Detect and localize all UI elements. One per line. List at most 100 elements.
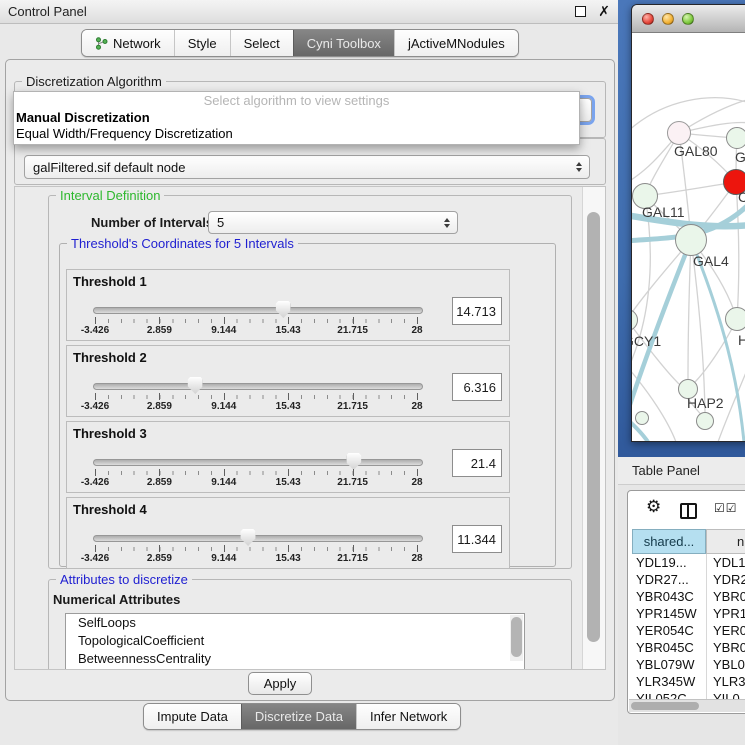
network-node[interactable]: [667, 121, 691, 145]
close-button[interactable]: [642, 13, 654, 25]
node-label: GAL80: [674, 143, 718, 159]
float-panel-icon[interactable]: [575, 6, 586, 17]
table-horizontal-scrollbar[interactable]: [629, 699, 745, 712]
select-columns-icon[interactable]: ☑☑: [714, 501, 738, 515]
cyni-bottom-tabbar: Impute Data Discretize Data Infer Networ…: [143, 703, 461, 730]
threshold-4-value-field[interactable]: 11.344: [452, 525, 502, 553]
slider-minor-ticks: [95, 547, 417, 551]
node-label: C: [738, 189, 745, 205]
column-header-shared-name[interactable]: shared...: [632, 529, 706, 554]
node-label: GAL4: [693, 253, 729, 269]
tab-network[interactable]: Network: [82, 30, 174, 56]
right-workspace: GAL80 GA C GAL11 GAL4 GCY1 H HAP2 Table …: [618, 0, 745, 745]
minimize-button[interactable]: [662, 13, 674, 25]
close-panel-icon[interactable]: ✗: [598, 5, 610, 19]
node-label: GCY1: [632, 333, 661, 349]
table-panel-box: ⚙ ☑☑ shared... n YDL19...YDL1 YDR27...YD…: [627, 490, 745, 714]
table-panel-title: Table Panel: [632, 463, 700, 478]
interval-definition-group: Interval Definition Number of Intervals …: [48, 195, 572, 569]
slider-thumb[interactable]: [276, 301, 291, 318]
table-data-group: Table Data galFiltered.sif default node: [14, 138, 606, 185]
num-intervals-combobox[interactable]: 5: [208, 211, 458, 234]
network-node[interactable]: [725, 307, 745, 331]
threshold-1-panel: Threshold 1 -3.4262.8599.14415.4321.7152…: [66, 269, 510, 341]
node-label: HAP2: [687, 395, 724, 411]
network-window[interactable]: GAL80 GA C GAL11 GAL4 GCY1 H HAP2: [631, 4, 745, 442]
split-panel-icon[interactable]: [680, 503, 697, 519]
network-node[interactable]: [635, 411, 649, 425]
tab-select[interactable]: Select: [230, 30, 293, 56]
panel-title: Control Panel: [8, 4, 575, 19]
combo-stepper-icon: [576, 162, 582, 172]
slider-thumb[interactable]: [241, 529, 256, 546]
threshold-2-value-field[interactable]: 6.316: [452, 373, 502, 401]
node-label: H: [738, 332, 745, 348]
threshold-4-panel: Threshold 4 -3.4262.8599.14415.4321.7152…: [66, 497, 510, 569]
group-label: Discretization Algorithm: [22, 74, 166, 89]
network-icon: [95, 37, 108, 50]
threshold-2-panel: Threshold 2 -3.4262.8599.14415.4321.7152…: [66, 345, 510, 417]
slider-tick-labels: -3.4262.8599.14415.4321.71528: [95, 401, 417, 413]
network-canvas[interactable]: GAL80 GA C GAL11 GAL4 GCY1 H HAP2: [632, 33, 745, 442]
table-row[interactable]: YPR145WYPR1: [632, 605, 745, 622]
table-row[interactable]: YDR27...YDR2: [632, 571, 745, 588]
scrollbar-thumb[interactable]: [631, 702, 699, 710]
table-row[interactable]: YDL19...YDL1: [632, 554, 745, 571]
threshold-4-slider[interactable]: [93, 535, 423, 542]
tab-cyni-toolbox[interactable]: Cyni Toolbox: [293, 30, 394, 56]
settings-vertical-scrollbar[interactable]: [582, 187, 606, 669]
attributes-listbox: SelfLoops TopologicalCoefficient Between…: [65, 613, 525, 670]
network-window-titlebar: [632, 5, 745, 33]
list-item[interactable]: BetweennessCentrality: [66, 650, 524, 668]
network-node[interactable]: [726, 127, 745, 149]
group-label: Attributes to discretize: [56, 572, 192, 587]
combo-stepper-icon: [444, 218, 450, 228]
table-row[interactable]: YBR045CYBR0: [632, 639, 745, 656]
tab-jactivemnodules[interactable]: jActiveMNodules: [394, 30, 518, 56]
list-item[interactable]: TopologicalCoefficient: [66, 632, 524, 650]
slider-tick-labels: -3.4262.8599.14415.4321.71528: [95, 325, 417, 337]
zoom-button[interactable]: [682, 13, 694, 25]
slider-tick-labels: -3.4262.8599.14415.4321.71528: [95, 553, 417, 565]
scrollbar-thumb[interactable]: [587, 212, 600, 642]
table-row[interactable]: YBR043CYBR0: [632, 588, 745, 605]
control-panel-titlebar: Control Panel ✗: [0, 0, 618, 24]
threshold-3-slider[interactable]: [93, 459, 423, 466]
table-row[interactable]: YLR345WYLR3: [632, 673, 745, 690]
list-scrollbar[interactable]: [510, 615, 523, 661]
tab-discretize-data[interactable]: Discretize Data: [241, 704, 356, 729]
slider-thumb[interactable]: [346, 453, 361, 470]
attributes-group: Attributes to discretize Numerical Attri…: [48, 579, 572, 670]
algorithm-dropdown-popup: Select algorithm to view settings Manual…: [13, 91, 580, 145]
threshold-3-panel: Threshold 3 -3.4262.8599.14415.4321.7152…: [66, 421, 510, 493]
apply-button[interactable]: Apply: [248, 672, 312, 695]
dropdown-option-equal-width[interactable]: Equal Width/Frequency Discretization: [14, 126, 579, 142]
network-node[interactable]: [696, 412, 714, 430]
slider-minor-ticks: [95, 471, 417, 475]
node-label: GAL11: [642, 204, 685, 220]
tab-style[interactable]: Style: [174, 30, 230, 56]
gear-icon[interactable]: ⚙: [646, 499, 661, 516]
threshold-2-slider[interactable]: [93, 383, 423, 390]
numerical-attributes-label: Numerical Attributes: [53, 592, 180, 607]
dropdown-option-manual[interactable]: Manual Discretization: [14, 110, 579, 126]
threshold-1-value-field[interactable]: 14.713: [452, 297, 502, 325]
table-row[interactable]: YBL079WYBL0: [632, 656, 745, 673]
table-row[interactable]: YIL052CYIL0: [632, 690, 745, 699]
node-label: GA: [735, 149, 745, 165]
slider-thumb[interactable]: [188, 377, 203, 394]
tab-infer-network[interactable]: Infer Network: [356, 704, 460, 729]
network-node[interactable]: [675, 224, 707, 256]
group-label: Interval Definition: [56, 188, 164, 203]
table-panel-titlebar: Table Panel: [618, 457, 745, 485]
table-data-combobox[interactable]: galFiltered.sif default node: [24, 155, 590, 179]
threshold-3-value-field[interactable]: 21.4: [452, 449, 502, 477]
column-header-name[interactable]: n: [706, 529, 745, 554]
threshold-1-slider[interactable]: [93, 307, 423, 314]
settings-scrollpane: Interval Definition Number of Intervals …: [14, 186, 606, 670]
dropdown-placeholder-item[interactable]: Select algorithm to view settings: [14, 92, 579, 110]
tab-impute-data[interactable]: Impute Data: [144, 704, 241, 729]
list-item[interactable]: SelfLoops: [66, 614, 524, 632]
num-intervals-label: Number of Intervals: [91, 215, 213, 230]
table-row[interactable]: YER054CYER0: [632, 622, 745, 639]
